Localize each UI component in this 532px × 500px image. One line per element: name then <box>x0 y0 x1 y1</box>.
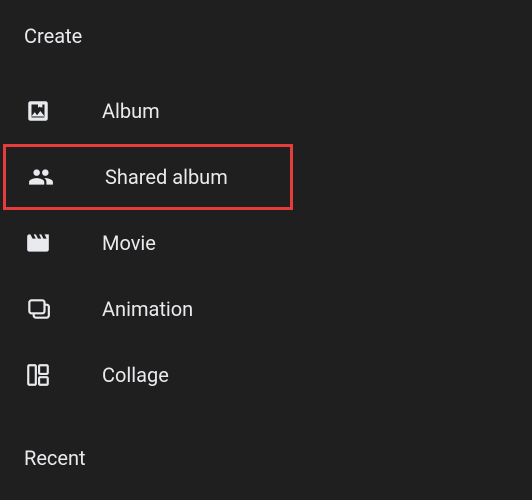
animation-icon <box>24 295 52 323</box>
menu-item-label: Collage <box>102 363 169 387</box>
create-heading: Create <box>0 24 532 48</box>
recent-heading: Recent <box>0 446 532 470</box>
menu-item-label: Album <box>102 99 160 123</box>
menu-item-label: Shared album <box>105 165 228 189</box>
menu-item-collage[interactable]: Collage <box>0 342 532 408</box>
menu-item-label: Movie <box>102 231 156 255</box>
menu-item-album[interactable]: Album <box>0 78 532 144</box>
collage-icon <box>24 361 52 389</box>
menu-item-label: Animation <box>102 297 193 321</box>
menu-item-animation[interactable]: Animation <box>0 276 532 342</box>
album-icon <box>24 97 52 125</box>
menu-item-shared-album[interactable]: Shared album <box>3 144 293 210</box>
shared-album-icon <box>27 163 55 191</box>
menu-item-movie[interactable]: Movie <box>0 210 532 276</box>
movie-icon <box>24 229 52 257</box>
